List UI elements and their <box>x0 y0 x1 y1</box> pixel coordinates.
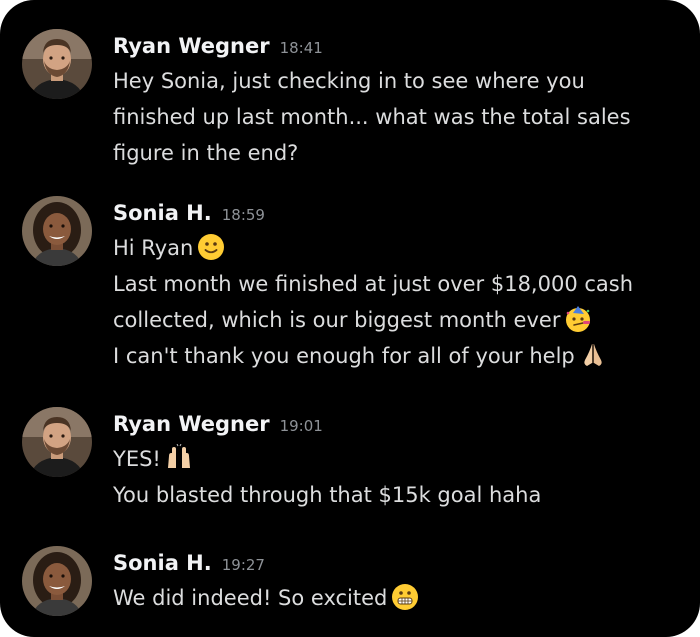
woman-avatar[interactable] <box>22 546 92 616</box>
message-author[interactable]: Ryan Wegner <box>113 34 270 58</box>
message-text-line: collected, which is our biggest month ev… <box>113 308 561 332</box>
message-text-line: YES! <box>113 447 161 471</box>
message-timestamp: 19:27 <box>221 556 265 574</box>
folded-hands-emoji <box>579 341 607 369</box>
message-timestamp: 18:41 <box>279 39 323 57</box>
message-author[interactable]: Sonia H. <box>113 201 212 225</box>
message-text-line: I can't thank you enough for all of your… <box>113 344 575 368</box>
man-avatar[interactable] <box>22 29 92 99</box>
message-text-line: finished up last month... what was the t… <box>113 105 631 129</box>
woman-avatar[interactable] <box>22 196 92 266</box>
message-timestamp: 19:01 <box>279 417 323 435</box>
message-text-line: Hi Ryan <box>113 236 194 260</box>
message-text-line: We did indeed! So excited <box>113 586 388 610</box>
message-text-line: Last month we finished at just over $18,… <box>113 272 634 296</box>
message-author[interactable]: Sonia H. <box>113 551 212 575</box>
grimacing-face-emoji <box>391 583 419 611</box>
partying-face-emoji <box>564 305 592 333</box>
raising-hands-emoji <box>165 444 193 472</box>
slightly-smiling-face-emoji <box>197 233 225 261</box>
message-author[interactable]: Ryan Wegner <box>113 412 270 436</box>
chat-window: Ryan Wegner 18:41 Hey Sonia, just checkin… <box>0 0 700 637</box>
message-text-line: Hey Sonia, just checking in to see where… <box>113 69 585 93</box>
man-avatar[interactable] <box>22 407 92 477</box>
message-text-line: You blasted through that $15k goal haha <box>113 483 542 507</box>
message-timestamp: 18:59 <box>221 206 265 224</box>
message-text-line: figure in the end? <box>113 141 299 165</box>
